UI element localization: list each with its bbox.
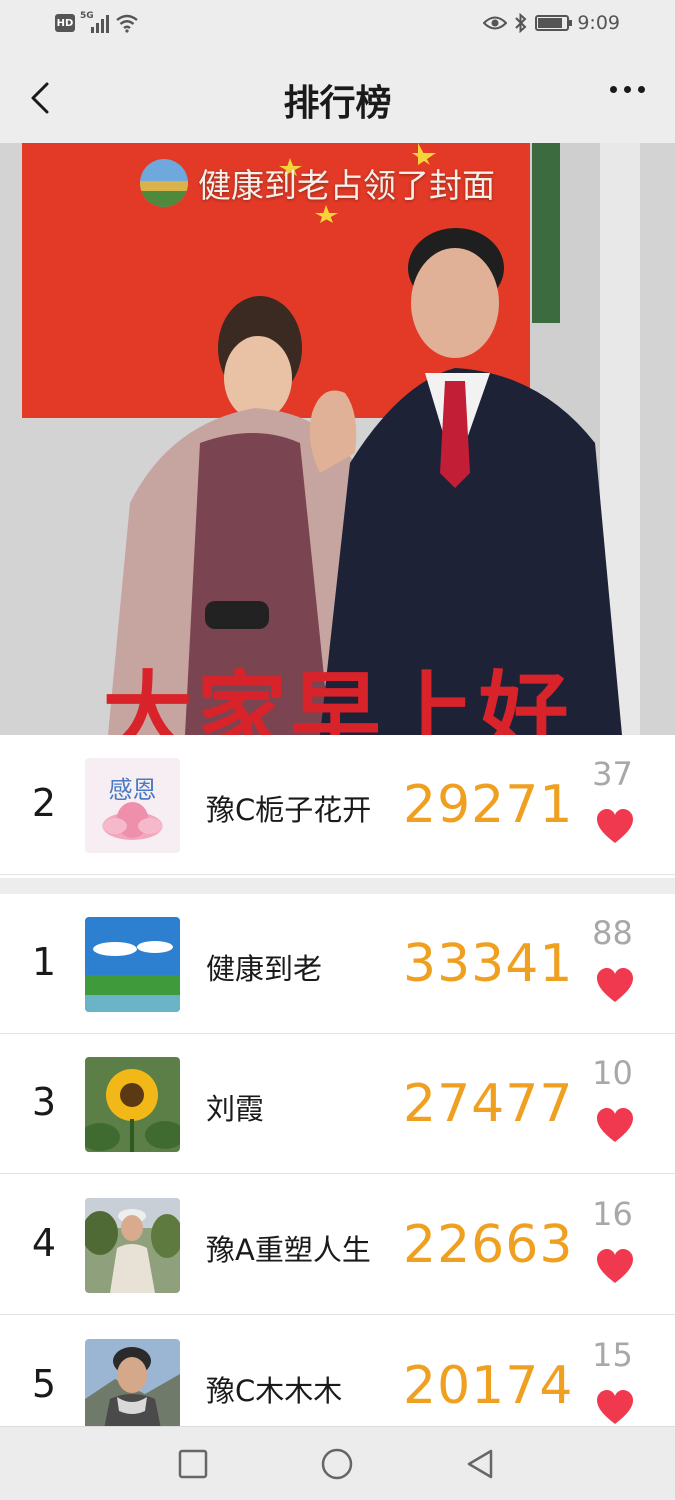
battery-level [538, 18, 563, 28]
heart-icon[interactable] [596, 1390, 634, 1426]
user-name: 豫C木木木 [206, 1374, 343, 1408]
triangle-back-icon [467, 1449, 493, 1479]
list-item[interactable]: 4 豫A重塑人生 22663 16 [0, 1175, 675, 1315]
like-count: 10 [592, 1054, 633, 1092]
step-count: 22663 [403, 1215, 574, 1275]
avatar[interactable]: 感恩 [85, 758, 180, 853]
back-nav-button[interactable] [463, 1447, 497, 1481]
bluetooth-icon [515, 13, 527, 33]
square-icon [178, 1449, 208, 1479]
recent-apps-button[interactable] [176, 1447, 210, 1481]
cover-caption-text: 健康到老占领了封面 [198, 166, 495, 205]
user-name: 刘霞 [206, 1092, 265, 1126]
title-bar: 排行榜 [0, 50, 675, 143]
network-type: 5G [80, 11, 94, 21]
page-title: 排行榜 [283, 83, 392, 124]
heart-icon[interactable] [596, 1108, 634, 1144]
more-button[interactable] [610, 86, 645, 93]
status-bar: HD 5G 9:09 [0, 0, 675, 50]
eye-icon [483, 16, 508, 30]
avatar[interactable] [85, 917, 180, 1012]
cover-banner[interactable]: 健康到老占领了封面 大家早上好 [0, 143, 675, 735]
heart-icon[interactable] [596, 1249, 634, 1285]
circle-icon [321, 1448, 353, 1480]
cover-avatar[interactable] [140, 159, 188, 207]
more-dots-icon [610, 86, 617, 93]
avatar[interactable] [85, 1339, 180, 1434]
clock: 9:09 [577, 12, 620, 34]
divider [0, 1173, 675, 1174]
rank-number: 5 [31, 1362, 57, 1406]
battery-icon [535, 15, 573, 31]
section-gap [0, 878, 675, 894]
heart-icon[interactable] [596, 968, 634, 1004]
avatar[interactable] [85, 1198, 180, 1293]
cover-caption: 健康到老占领了封面 [140, 159, 495, 207]
step-count: 27477 [403, 1074, 574, 1134]
rank-number: 1 [31, 940, 57, 984]
wifi-icon [116, 14, 138, 33]
divider [0, 1314, 675, 1315]
list-item[interactable]: 1 健康到老 33341 88 [0, 894, 675, 1034]
hd-icon: HD [55, 14, 75, 32]
like-count: 16 [592, 1195, 633, 1233]
step-count: 29271 [403, 775, 574, 835]
divider [0, 874, 675, 875]
home-button[interactable] [320, 1447, 354, 1481]
avatar[interactable] [85, 1057, 180, 1152]
avatar-text: 感恩 [109, 776, 157, 804]
step-count: 33341 [403, 934, 574, 994]
list-item[interactable]: 3 刘霞 27477 10 [0, 1034, 675, 1174]
rank-number: 4 [31, 1221, 57, 1265]
user-name: 豫A重塑人生 [206, 1233, 371, 1267]
signal-icon: 5G [80, 11, 109, 33]
rank-number: 3 [31, 1080, 57, 1124]
user-name: 健康到老 [206, 952, 323, 986]
status-left: HD 5G [55, 11, 139, 33]
user-name: 豫C栀子花开 [206, 793, 372, 827]
rank-number: 2 [31, 781, 57, 825]
like-count: 88 [592, 914, 633, 952]
like-count: 15 [592, 1336, 633, 1374]
cover-greeting-text: 大家早上好 [102, 662, 573, 735]
status-right: 9:09 [483, 12, 620, 34]
system-nav-bar [0, 1426, 675, 1500]
like-count: 37 [592, 755, 633, 793]
my-rank-row[interactable]: 2 感恩 豫C栀子花开 29271 37 [0, 735, 675, 875]
heart-icon[interactable] [596, 809, 634, 845]
step-count: 20174 [403, 1356, 574, 1416]
